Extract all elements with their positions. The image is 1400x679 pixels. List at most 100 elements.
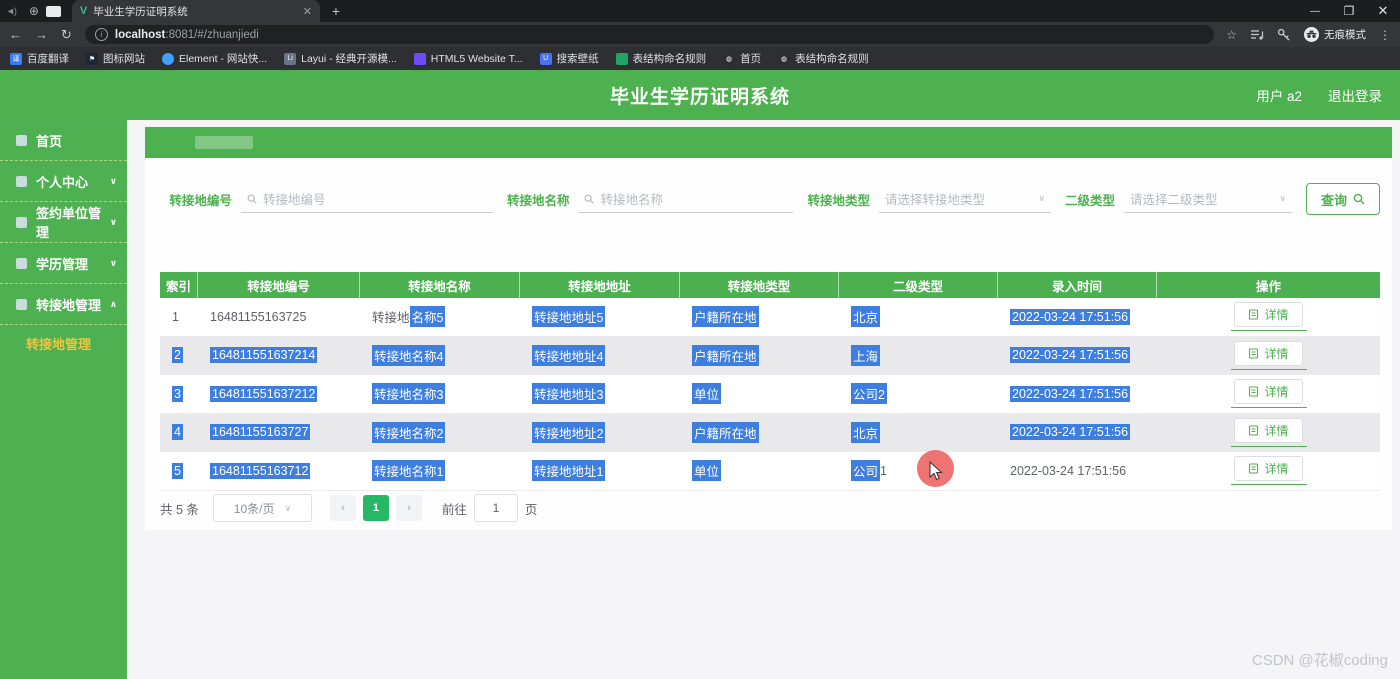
filter-input[interactable]: 转接地编号 [240,185,493,213]
selected-text: 户籍所在地 [692,421,759,443]
sidebar-item-org[interactable]: 签约单位管理 ∨ [0,202,127,243]
pinned-tab-globe[interactable]: ⊕ [24,1,44,21]
flag-icon: ⚑ [86,52,98,65]
table-cell: 2022-03-24 17:51:56 [998,452,1157,490]
window-minimize-button[interactable]: — [1298,0,1332,22]
table-cell: 转接地 名称5 [360,298,520,336]
sidebar: 首页 个人中心 ∨ 签约单位管理 ∨ 学历管理 ∨ 转接地管理 ∧ 转接地管理 [0,120,127,679]
selected-text: 转接地名称4 [372,344,446,366]
filter-bar: 转接地编号 转接地编号 转接地名称 转接地名称 转接地类型 请选择转接地类型 ∨ 二级类型 请选… [169,183,1380,215]
detail-button[interactable]: 详情 [1234,417,1303,443]
layui-icon: Li [284,52,297,65]
filter-select[interactable]: 请选择二级类型 ∨ [1123,185,1292,213]
page-1-button[interactable]: 1 [362,495,389,521]
table-doc-icon [615,52,628,65]
filter-label: 转接地名称 [506,193,570,208]
detail-underline [1230,445,1307,447]
bookmark-label: 表结构命名规则 [795,53,869,65]
refresh-button[interactable]: ↻ [61,27,72,43]
column-header: 录入时间 [998,272,1157,298]
sidebar-item-user[interactable]: 个人中心 ∨ [0,161,127,202]
bookmark-star-icon[interactable]: ☆ [1226,28,1237,42]
detail-button[interactable]: 详情 [1234,340,1303,366]
placeholder-text: 转接地名称 [600,193,663,207]
table-cell: 转接地名称2 [360,414,520,452]
filter-select[interactable]: 请选择转接地类型 ∨ [878,185,1051,213]
bookmark-item[interactable]: ◍ 表结构命名规则 [778,51,869,66]
next-page-button[interactable]: › [395,495,422,521]
forward-button[interactable]: → [35,27,48,42]
selected-text: 转接地地址1 [532,460,606,482]
app-header: 毕业生学历证明系统 用户 a2 退出登录 [0,70,1400,120]
back-button[interactable]: ← [9,27,22,42]
address-bar[interactable]: i localhost:8081/#/zhuanjiedi [84,25,1215,44]
new-tab-button[interactable]: + [332,3,340,19]
goto-page-input[interactable]: 1 [473,494,518,522]
vue-icon: V [79,5,88,17]
search-icon [585,194,595,204]
org-icon [16,216,27,228]
table-row: 4 16481155163727 转接地名称2 转接地地址2 户籍所在地 北京 2022-0… [160,413,1380,452]
browser-tab-strip: ◄) ⊕ V 毕业生学历证明系统 ✕ + — ❐ ✕ [0,0,1400,22]
element-icon [162,52,174,65]
sidebar-subitem-active[interactable]: 转接地管理 [0,325,127,362]
bookmark-item[interactable]: ◍ 首页 [723,51,761,66]
browser-tab[interactable]: V 毕业生学历证明系统 ✕ [71,0,320,22]
document-icon [1249,386,1259,397]
document-icon [1249,348,1259,359]
detail-button[interactable]: 详情 [1234,456,1303,482]
detail-button[interactable]: 详情 [1234,302,1303,328]
bookmark-item[interactable]: 表结构命名规则 [615,51,706,66]
table-cell: 转接地地址1 [520,452,680,490]
detail-button[interactable]: 详情 [1234,379,1303,405]
data-table: 索引 转接地编号 转接地名称 转接地地址 转接地类型 二级类型 录入时间 操作 1 164811… [160,272,1380,491]
document-icon [1249,309,1259,320]
home-icon [16,134,27,146]
bookmark-label: 首页 [740,53,762,65]
bookmark-item[interactable]: U 搜索壁纸 [539,51,599,66]
bookmark-item[interactable]: Element - 网站快... [162,51,267,66]
table-row: 1 16481155163725 转接地 名称5 转接地地址5 户籍所在地 北京 2022-0… [160,298,1380,337]
incognito-icon [1304,27,1319,42]
password-key-icon[interactable] [1277,28,1291,42]
reading-list-icon[interactable] [1250,29,1264,41]
page-size-select[interactable]: 10条/页 ∨ [212,494,312,522]
search-button[interactable]: 查询 [1305,183,1380,215]
chevron-down-icon: ∨ [109,257,117,268]
bookmark-label: 搜索壁纸 [556,53,599,65]
bookmark-item[interactable]: HTML5 Website T... [413,52,523,65]
chevron-down-icon: ∨ [1038,193,1045,203]
filter-input[interactable]: 转接地名称 [578,185,794,213]
search-icon [247,194,257,204]
tab-title: 毕业生学历证明系统 [93,5,188,18]
transfer-icon [16,298,27,310]
window-restore-button[interactable]: ❐ [1332,0,1366,22]
cell-text: 1 [880,463,887,478]
logout-link[interactable]: 退出登录 [1328,85,1382,105]
prev-page-button[interactable]: ‹ [329,495,356,521]
selected-text: 户籍所在地 [692,344,759,366]
tab-close-icon[interactable]: ✕ [303,5,312,18]
bookmark-item[interactable]: ⚑ 图标网站 [86,51,145,66]
globe-icon: ⊕ [28,4,39,18]
table-cell: 上海 [839,337,998,375]
table-cell: 北京 [839,414,998,452]
sidebar-item-transfer[interactable]: 转接地管理 ∧ [0,284,127,325]
bookmark-item[interactable]: Li Layui - 经典开源模... [284,51,397,66]
placeholder-text: 请选择二级类型 [1129,193,1218,207]
pinned-tab-blank[interactable] [44,1,64,21]
placeholder-text: 转接地编号 [262,193,326,207]
detail-underline [1230,368,1307,370]
site-info-icon[interactable]: i [94,28,108,41]
window-close-button[interactable]: ✕ [1366,0,1400,22]
selected-text: 转接地名称2 [372,421,446,443]
browser-toolbar: ← → ↻ i localhost:8081/#/zhuanjiedi ☆ 无痕… [0,22,1400,47]
bookmark-item[interactable]: 译百度翻译 [10,51,69,66]
browser-menu-icon[interactable]: ⋮ [1379,28,1391,42]
sidebar-item-education[interactable]: 学历管理 ∨ [0,243,127,284]
table-cell: 16481155163712 [198,452,360,490]
bookmark-label: HTML5 Website T... [430,52,523,65]
table-cell: 2022-03-24 17:51:56 [998,337,1157,375]
table-cell-actions: 详情 [1157,298,1380,336]
sidebar-item-home[interactable]: 首页 [0,120,127,161]
